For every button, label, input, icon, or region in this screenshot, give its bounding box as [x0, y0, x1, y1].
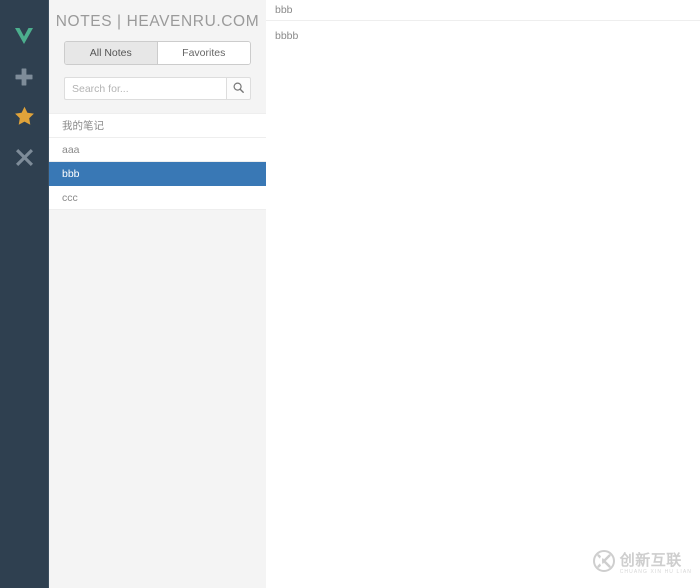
search-icon: [233, 80, 244, 98]
list-item[interactable]: ccc: [49, 186, 266, 210]
search-input[interactable]: [64, 77, 226, 100]
v-check-icon[interactable]: [0, 22, 48, 50]
page-title: NOTES | HEAVENRU.COM: [55, 13, 260, 30]
list-item[interactable]: 我的笔记: [49, 114, 266, 138]
note-title-field[interactable]: bbb: [266, 0, 700, 21]
notes-app-window: NOTES | HEAVENRU.COM All Notes Favorites…: [0, 0, 700, 588]
notes-list-panel: NOTES | HEAVENRU.COM All Notes Favorites…: [49, 0, 266, 588]
tab-group: All Notes Favorites: [64, 41, 251, 65]
note-body-field[interactable]: bbbb: [266, 21, 700, 561]
close-x-icon[interactable]: [0, 143, 48, 171]
search-bar: [64, 77, 251, 100]
plus-icon[interactable]: [0, 63, 48, 91]
list-item[interactable]: bbb: [49, 162, 266, 186]
notes-list: 我的笔记 aaa bbb ccc: [49, 113, 266, 210]
tab-all-notes[interactable]: All Notes: [65, 42, 158, 64]
icon-rail: [0, 0, 49, 588]
watermark-en: CHUANG XIN HU LIAN: [619, 568, 692, 575]
star-icon[interactable]: [0, 102, 48, 130]
note-editor-pane: bbb bbbb 创新互联 CHUANG XIN HU LIAN: [266, 0, 700, 588]
search-button[interactable]: [226, 77, 251, 100]
list-item[interactable]: aaa: [49, 138, 266, 162]
tab-favorites[interactable]: Favorites: [157, 42, 250, 64]
